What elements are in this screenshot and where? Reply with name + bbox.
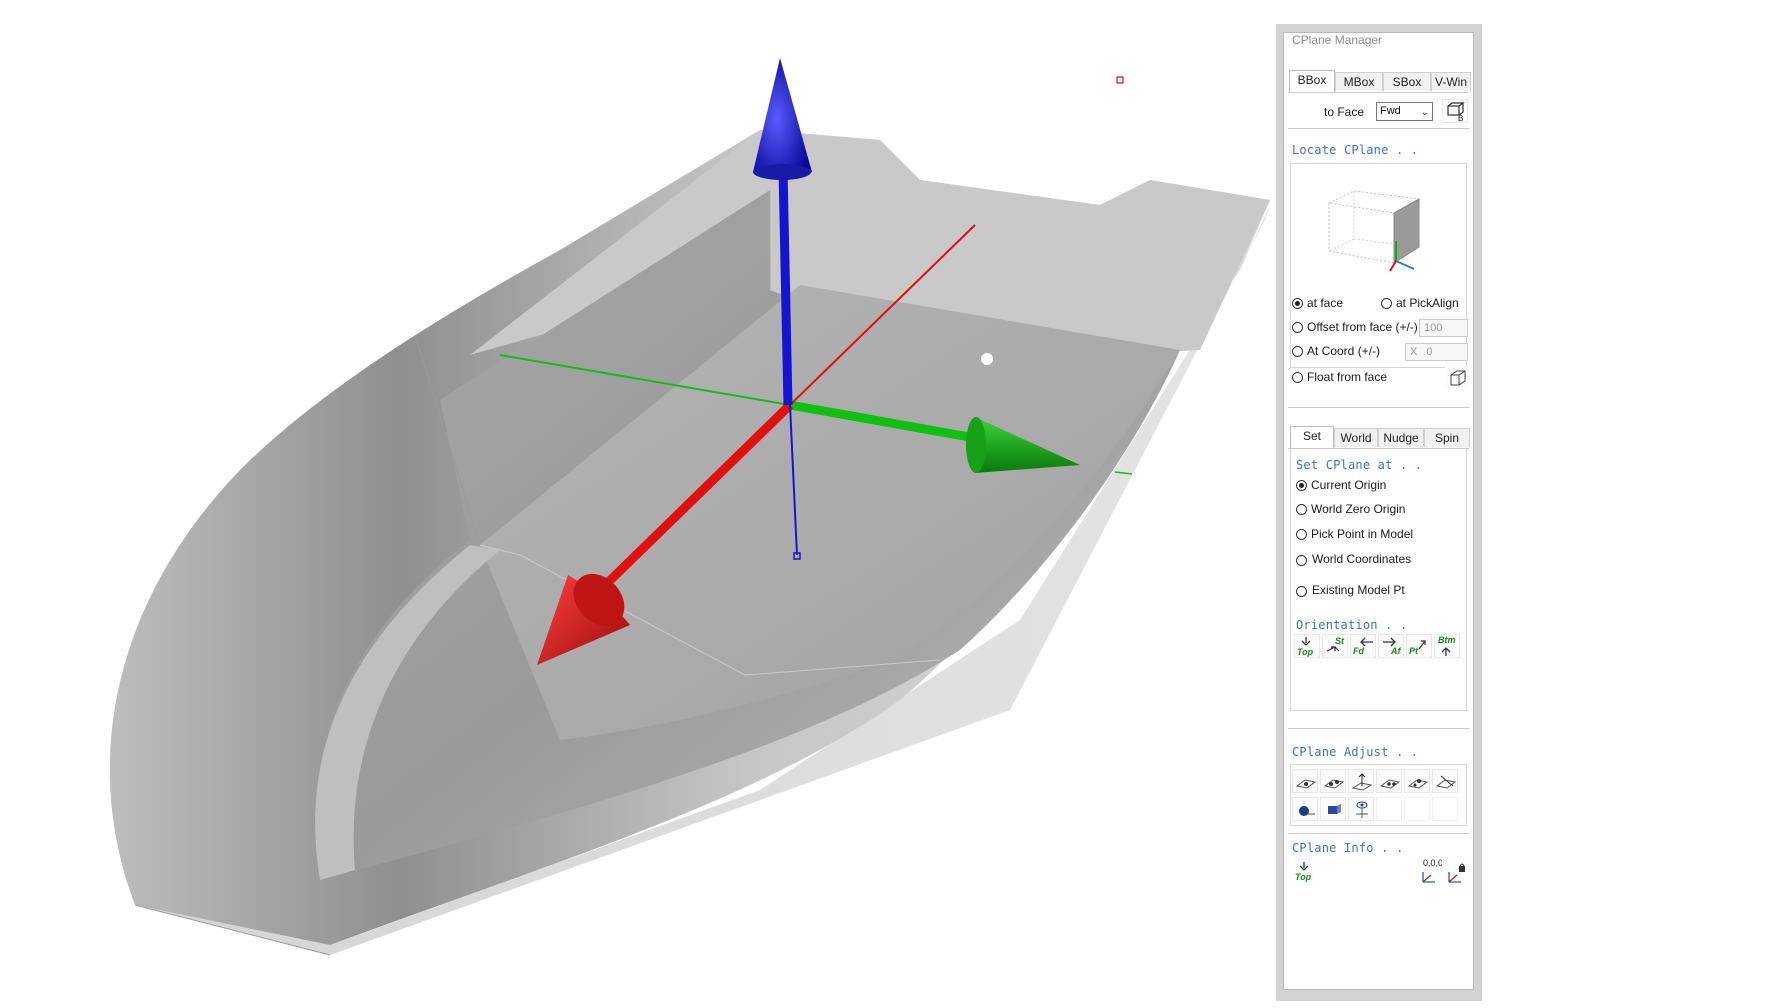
orient-pt-label: Pt: [1409, 646, 1418, 656]
adjust-empty-slot: [1432, 797, 1458, 821]
tab-nudge[interactable]: Nudge: [1378, 428, 1424, 447]
offset-from-face-label: Offset from face (+/-): [1307, 320, 1418, 334]
cplane-adjust-title: CPlane Adjust . .: [1292, 745, 1419, 759]
orientation-title: Orientation . .: [1296, 618, 1408, 632]
offset-from-face-radio[interactable]: [1292, 322, 1303, 333]
pick-point-radio[interactable]: [1296, 529, 1307, 540]
info-origin-button[interactable]: 0,0,0: [1416, 858, 1443, 883]
adjust-move-button[interactable]: [1292, 769, 1318, 793]
cplane-info-title: CPlane Info . .: [1292, 841, 1404, 855]
divider: [1288, 128, 1469, 129]
adjust-empty-slot: [1376, 797, 1402, 821]
at-face-label: at face: [1307, 296, 1344, 310]
orient-st-label: St: [1335, 636, 1344, 646]
box-tabs: BBox MBox SBox V-Win: [1288, 70, 1471, 93]
bbox-preview-icon: [1327, 190, 1421, 272]
model-viewport[interactable]: [0, 0, 1271, 1003]
to-face-select[interactable]: Fwd ⌄: [1376, 102, 1433, 121]
existing-model-pt-radio[interactable]: [1296, 586, 1307, 597]
at-coord-label: At Coord (+/-): [1307, 344, 1381, 358]
tab-mbox[interactable]: MBox: [1335, 72, 1383, 91]
coord-value: 0: [1426, 346, 1433, 358]
info-lock-button[interactable]: [1442, 859, 1468, 883]
tab-bbox[interactable]: BBox: [1289, 70, 1335, 92]
grid-elevate-icon: [1351, 773, 1373, 791]
set-tabs: Set World Nudge Spin: [1288, 426, 1470, 449]
coord-input[interactable]: X 0: [1405, 343, 1468, 361]
world-zero-origin-radio[interactable]: [1296, 504, 1307, 515]
grid-origin-icon: [1323, 779, 1345, 789]
red-marker: [1116, 76, 1124, 84]
adjust-empty-slot: [1404, 797, 1430, 821]
boat-hull-model[interactable]: [0, 0, 1271, 1003]
pick-point-marker: [981, 353, 993, 365]
at-pickalign-radio[interactable]: [1381, 298, 1392, 309]
locate-cplane-title: Locate CPlane . .: [1292, 143, 1419, 157]
divider: [1288, 833, 1469, 834]
sphere-icon: [1299, 806, 1315, 816]
orient-fd-label: Fd: [1353, 646, 1364, 656]
eye-icon: [1356, 801, 1368, 818]
cplane-manager-panel: CPlane Manager BBox MBox SBox V-Win to F…: [1276, 24, 1482, 1001]
svg-text:B: B: [1458, 114, 1463, 122]
world-coordinates-radio[interactable]: [1296, 555, 1307, 566]
arrow-up-icon: [1441, 647, 1451, 656]
to-face-value: Fwd: [1380, 105, 1401, 117]
tab-spin[interactable]: Spin: [1424, 428, 1470, 447]
adjust-to-object-button[interactable]: [1292, 797, 1318, 821]
cplane-manager-body: CPlane Manager BBox MBox SBox V-Win to F…: [1283, 32, 1474, 990]
adjust-rotate-button[interactable]: [1376, 769, 1402, 793]
coord-axis-label: X: [1410, 346, 1418, 358]
adjust-to-view-button[interactable]: [1320, 797, 1346, 821]
world-coordinates-label: World Coordinates: [1312, 552, 1412, 566]
cube-icon: [1450, 370, 1466, 386]
divider: [1288, 407, 1469, 408]
grid-rotate-icon: [1379, 779, 1401, 789]
adjust-elevate-button[interactable]: [1348, 769, 1374, 793]
tab-world[interactable]: World: [1334, 428, 1378, 447]
adjust-3pt-button[interactable]: [1404, 769, 1430, 793]
bbox-icon: B: [1447, 102, 1465, 122]
tab-set[interactable]: Set: [1290, 426, 1334, 448]
bbox-cplane-button[interactable]: B: [1442, 99, 1468, 123]
current-origin-radio[interactable]: [1296, 480, 1307, 491]
at-pickalign-label: at PickAlign: [1396, 296, 1459, 310]
info-top-button[interactable]: Top: [1292, 859, 1318, 883]
at-coord-radio[interactable]: [1292, 346, 1303, 357]
axes-origin-icon: [1422, 872, 1435, 883]
current-origin-label: Current Origin: [1311, 478, 1387, 492]
info-top-label: Top: [1295, 872, 1312, 882]
tab-sbox[interactable]: SBox: [1383, 72, 1431, 91]
grid-flip-icon: [1435, 775, 1457, 789]
adjust-flip-button[interactable]: [1432, 769, 1458, 793]
orient-port-button[interactable]: Pt: [1406, 634, 1432, 658]
offset-input[interactable]: 100: [1419, 319, 1468, 337]
world-zero-origin-label: World Zero Origin: [1311, 502, 1406, 516]
tab-v-win[interactable]: V-Win: [1431, 72, 1471, 91]
box-view-icon: [1328, 804, 1341, 814]
at-face-radio[interactable]: [1292, 298, 1303, 309]
float-from-face-radio[interactable]: [1292, 372, 1303, 383]
chevron-down-icon: ⌄: [1420, 107, 1429, 118]
orient-aft-button[interactable]: Af: [1378, 634, 1404, 658]
grid-3pt-icon: [1407, 779, 1429, 789]
orient-bottom-button[interactable]: Btm: [1434, 634, 1460, 658]
divider: [1288, 728, 1469, 729]
existing-model-pt-label: Existing Model Pt: [1312, 583, 1405, 597]
orient-starboard-button[interactable]: St: [1322, 634, 1348, 658]
orient-af-label: Af: [1391, 646, 1401, 656]
axes-lock-icon: [1448, 863, 1465, 883]
grid-plane-icon: [1295, 779, 1317, 789]
adjust-origin-button[interactable]: [1320, 769, 1346, 793]
float-face-button[interactable]: [1445, 365, 1469, 389]
pick-point-label: Pick Point in Model: [1311, 527, 1414, 541]
to-face-label: to Face: [1324, 105, 1365, 119]
panel-title: CPlane Manager: [1292, 33, 1383, 47]
float-from-face-label: Float from face: [1307, 370, 1388, 384]
orient-top-label: Top: [1297, 647, 1314, 657]
orient-forward-button[interactable]: Fd: [1350, 634, 1376, 658]
set-cplane-title: Set CPlane at . .: [1296, 458, 1423, 472]
orient-top-button[interactable]: Top: [1294, 634, 1320, 658]
adjust-eye-button[interactable]: [1348, 797, 1374, 821]
